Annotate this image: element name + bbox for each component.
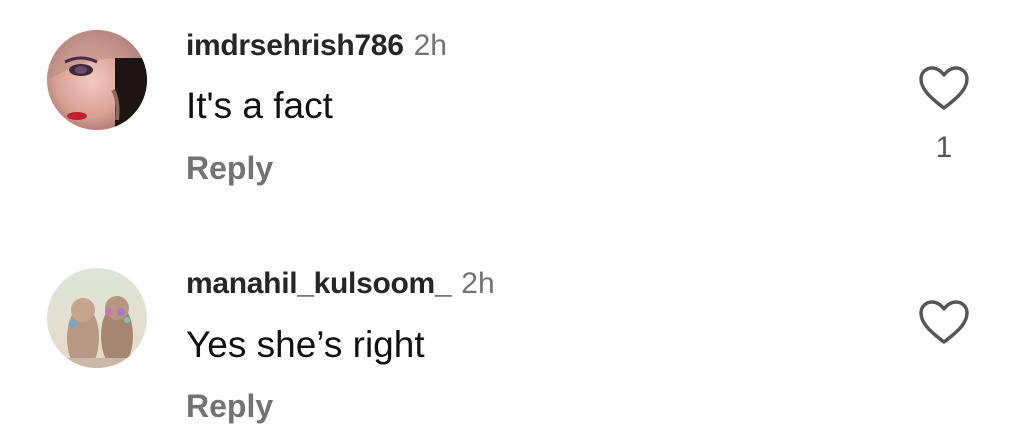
comment-text: Yes she’s right [186, 324, 425, 365]
comment-header: manahil_kulsoom_ 2h [186, 264, 495, 304]
comment-text: It's a fact [186, 85, 333, 126]
like-count: 1 [935, 131, 953, 164]
comment-item: imdrsehrish786 2h It's a fact Reply 1 [0, 0, 1024, 200]
heart-outline-icon[interactable] [918, 66, 970, 112]
timestamp: 2h [461, 267, 495, 300]
username[interactable]: manahil_kulsoom_ [186, 267, 452, 300]
reply-button[interactable]: Reply [186, 386, 273, 426]
comment-item: manahil_kulsoom_ 2h Yes she’s right Reply [0, 240, 1024, 438]
heart-outline-icon[interactable] [918, 300, 970, 346]
avatar[interactable] [47, 30, 147, 130]
comment-list: imdrsehrish786 2h It's a fact Reply 1 ma… [0, 0, 1024, 438]
avatar[interactable] [47, 268, 147, 368]
reply-button[interactable]: Reply [186, 148, 273, 188]
timestamp: 2h [413, 29, 447, 62]
comment-header: imdrsehrish786 2h [186, 26, 447, 66]
username[interactable]: imdrsehrish786 [186, 29, 404, 62]
